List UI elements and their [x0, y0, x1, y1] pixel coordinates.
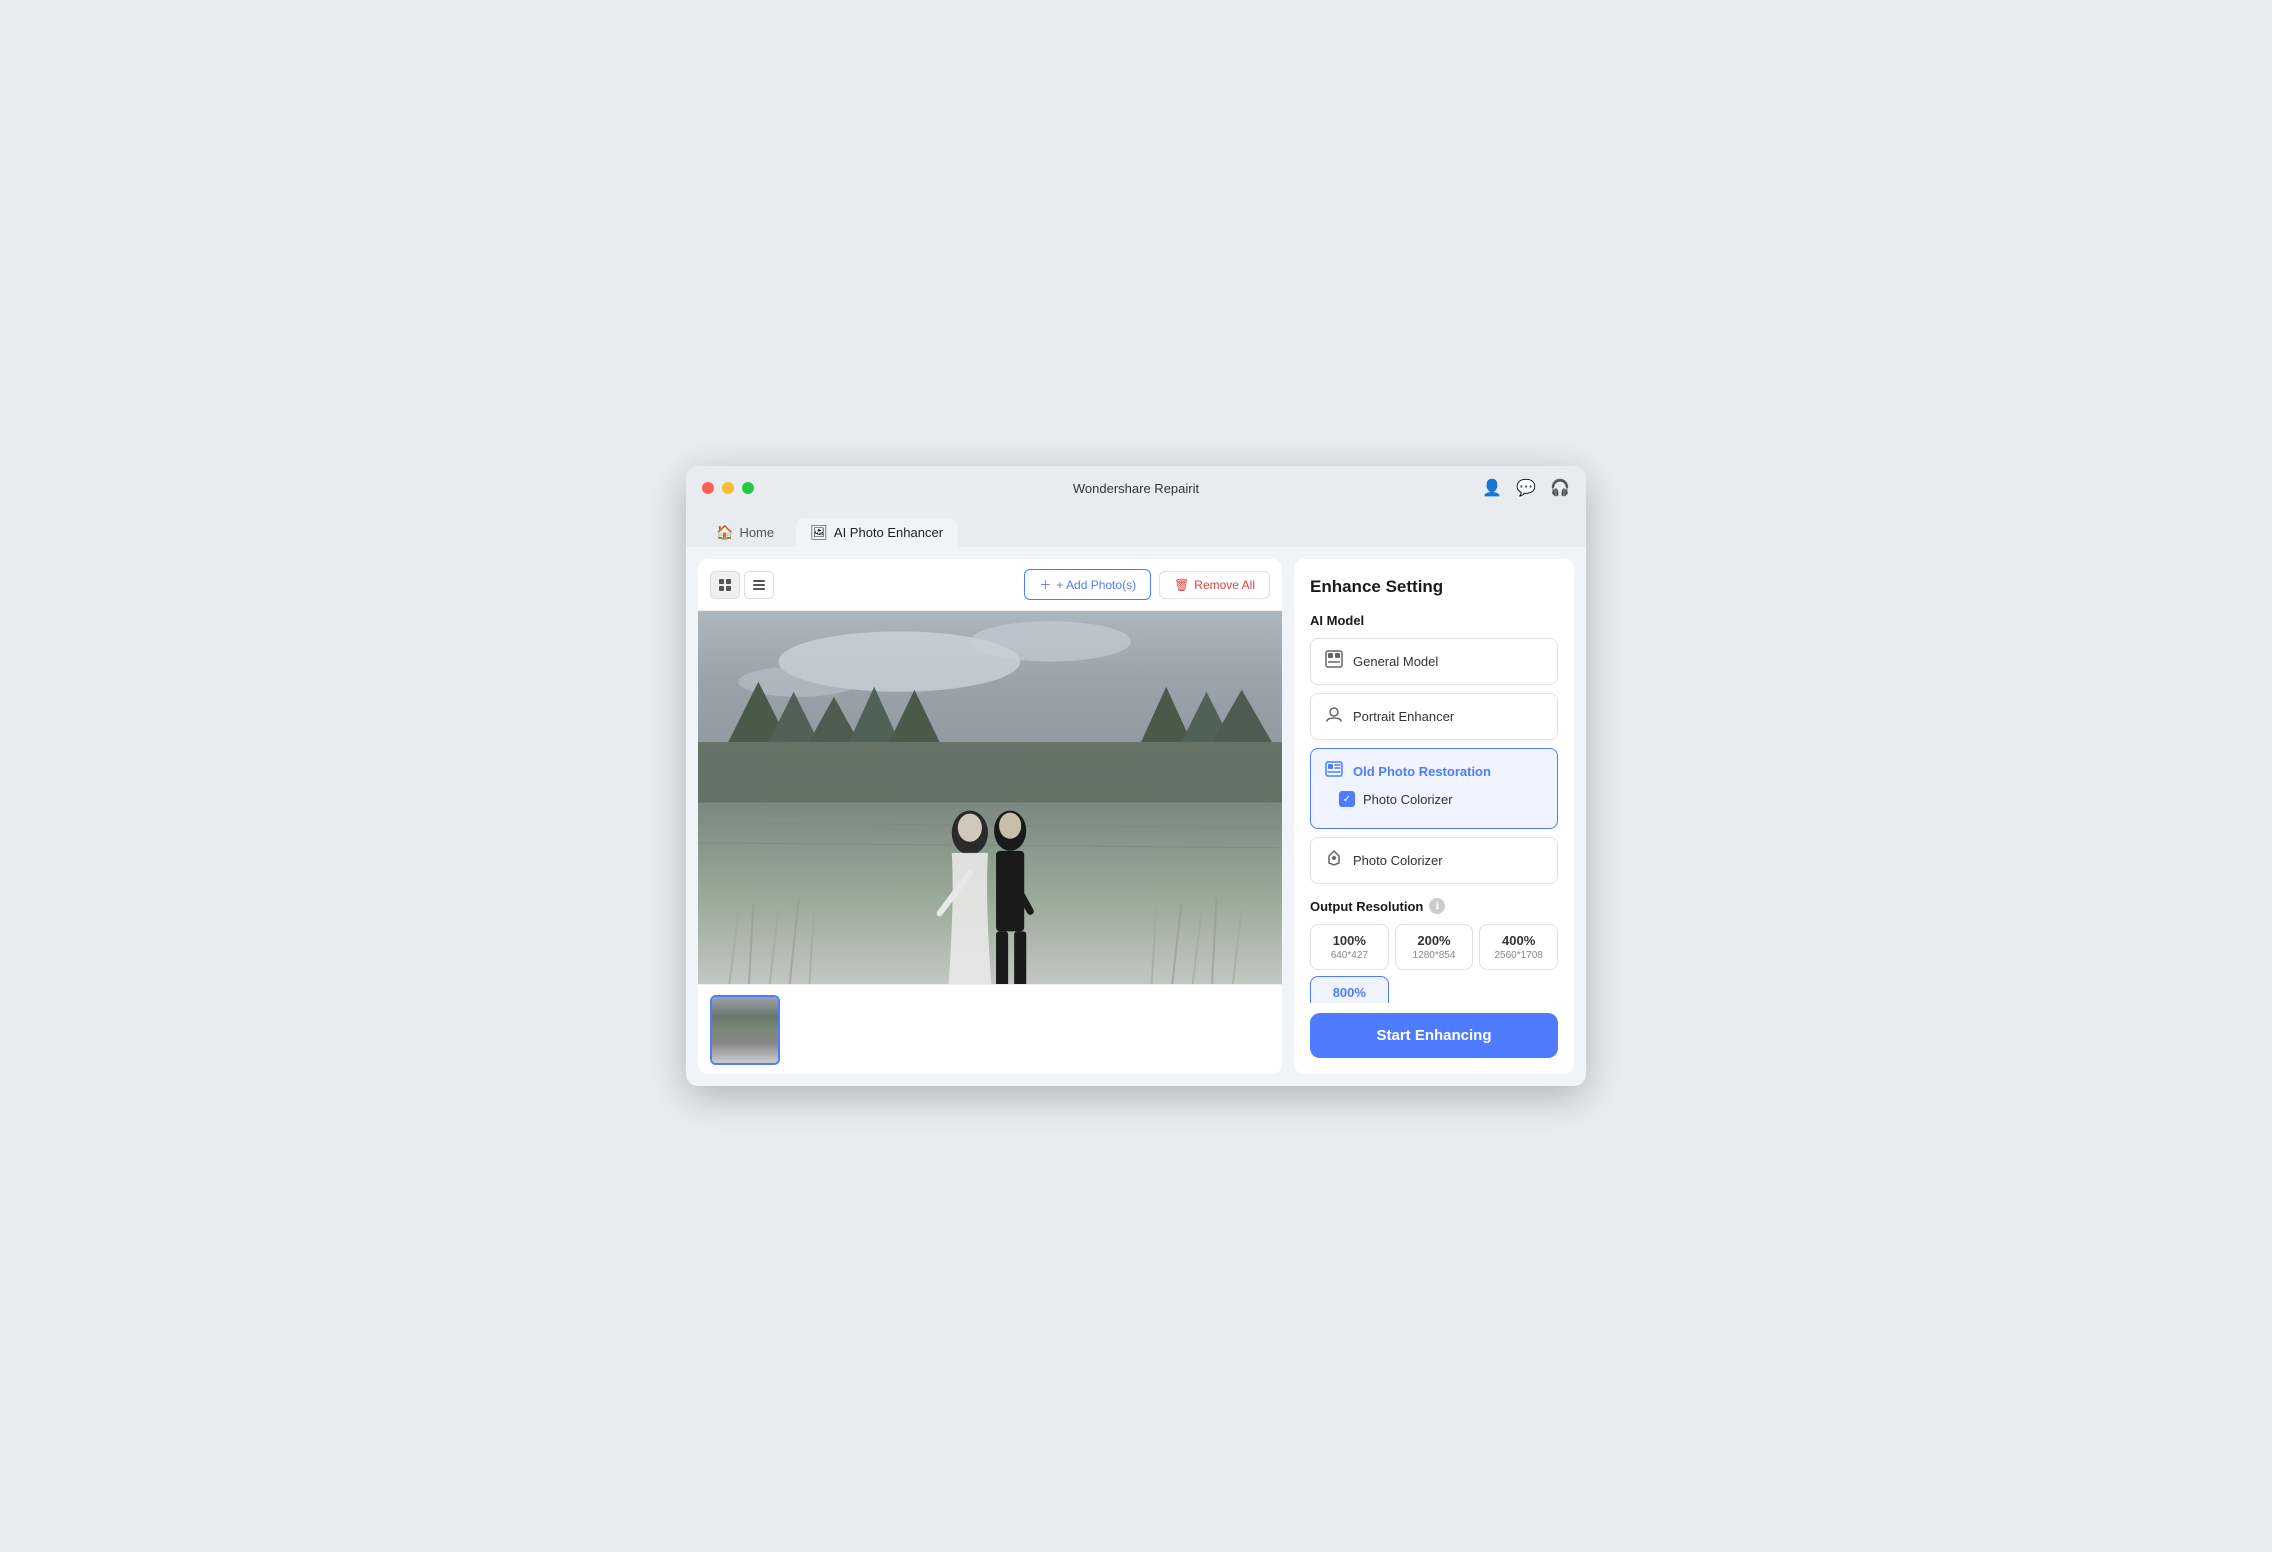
- general-model-icon: [1325, 650, 1343, 673]
- general-model-label: General Model: [1353, 654, 1438, 669]
- add-photos-label: + Add Photo(s): [1056, 578, 1136, 592]
- thumbnail-strip: [698, 984, 1282, 1074]
- resolution-800[interactable]: 800% 5120*3416: [1310, 976, 1389, 1003]
- window-title: Wondershare Repairit: [1073, 481, 1199, 496]
- thumbnail-item[interactable]: [710, 995, 780, 1065]
- enhancer-icon: 🖼: [810, 524, 828, 541]
- res-200-percent: 200%: [1400, 933, 1469, 948]
- photo-colorizer-sub-label: Photo Colorizer: [1363, 792, 1453, 807]
- thumbnail-image: [712, 997, 778, 1063]
- maximize-button[interactable]: [742, 482, 754, 494]
- view-toggle: [710, 571, 774, 599]
- general-model-option[interactable]: General Model: [1310, 638, 1558, 685]
- ai-model-label: AI Model: [1310, 613, 1558, 628]
- remove-all-trash-icon: 🗑: [1174, 578, 1189, 592]
- resolution-200[interactable]: 200% 1280*854: [1395, 924, 1474, 970]
- res-400-size: 2560*1708: [1484, 950, 1553, 961]
- photo-colorizer-checkbox[interactable]: ✓: [1339, 791, 1355, 807]
- remove-all-button[interactable]: 🗑 Remove All: [1159, 571, 1270, 599]
- right-panel-inner: Enhance Setting AI Model General Model: [1294, 559, 1574, 1003]
- res-100-size: 640*427: [1315, 950, 1384, 961]
- res-400-percent: 400%: [1484, 933, 1553, 948]
- headset-icon[interactable]: 🎧: [1550, 478, 1570, 498]
- old-photo-icon: [1325, 760, 1343, 783]
- ai-enhancer-tab[interactable]: 🖼 AI Photo Enhancer: [796, 518, 957, 547]
- home-tab[interactable]: 🏠 Home: [702, 518, 788, 547]
- left-panel-toolbar: ＋ + Add Photo(s) 🗑 Remove All: [698, 559, 1282, 611]
- enhance-setting-title: Enhance Setting: [1310, 577, 1558, 597]
- res-200-size: 1280*854: [1400, 950, 1469, 961]
- minimize-button[interactable]: [722, 482, 734, 494]
- title-bar: Wondershare Repairit 👤 💬 🎧: [686, 466, 1586, 510]
- portrait-enhancer-icon: [1325, 705, 1343, 728]
- ai-enhancer-tab-label: AI Photo Enhancer: [834, 525, 943, 540]
- old-photo-restoration-option[interactable]: Old Photo Restoration ✓ Photo Colorizer: [1310, 748, 1558, 829]
- photo-colorizer-icon: [1325, 849, 1343, 872]
- home-tab-label: Home: [739, 525, 774, 540]
- app-window: Wondershare Repairit 👤 💬 🎧 🏠 Home 🖼 AI P…: [686, 466, 1586, 1086]
- start-enhancing-button[interactable]: Start Enhancing: [1310, 1013, 1558, 1058]
- res-800-percent: 800%: [1315, 985, 1384, 1000]
- traffic-lights: [702, 482, 754, 494]
- output-resolution-header: Output Resolution ℹ: [1310, 898, 1558, 914]
- resolution-400[interactable]: 400% 2560*1708: [1479, 924, 1558, 970]
- photo-svg: [698, 611, 1282, 984]
- add-photos-plus-icon: ＋: [1039, 576, 1051, 593]
- home-icon: 🏠: [716, 524, 733, 541]
- resolution-grid: 100% 640*427 200% 1280*854 400% 2560*170…: [1310, 924, 1558, 970]
- portrait-enhancer-label: Portrait Enhancer: [1353, 709, 1454, 724]
- res-100-percent: 100%: [1315, 933, 1384, 948]
- image-preview-area: [698, 611, 1282, 1074]
- photo-colorizer-sub-option[interactable]: ✓ Photo Colorizer: [1325, 783, 1543, 817]
- right-panel: Enhance Setting AI Model General Model: [1294, 559, 1574, 1074]
- main-image: [698, 611, 1282, 984]
- grid-view-button[interactable]: [710, 571, 740, 599]
- remove-all-label: Remove All: [1194, 578, 1255, 592]
- user-icon[interactable]: 👤: [1482, 478, 1502, 498]
- close-button[interactable]: [702, 482, 714, 494]
- res-800-size: 5120*3416: [1315, 1002, 1384, 1003]
- add-photos-button[interactable]: ＋ + Add Photo(s): [1024, 569, 1151, 600]
- old-photo-label: Old Photo Restoration: [1353, 764, 1491, 779]
- resolution-100[interactable]: 100% 640*427: [1310, 924, 1389, 970]
- photo-colorizer-option[interactable]: Photo Colorizer: [1310, 837, 1558, 884]
- info-icon[interactable]: ℹ: [1429, 898, 1445, 914]
- chat-icon[interactable]: 💬: [1516, 478, 1536, 498]
- title-bar-actions: 👤 💬 🎧: [1482, 478, 1570, 498]
- main-content: ＋ + Add Photo(s) 🗑 Remove All: [686, 547, 1586, 1086]
- list-view-button[interactable]: [744, 571, 774, 599]
- output-resolution-label: Output Resolution: [1310, 899, 1423, 914]
- portrait-enhancer-option[interactable]: Portrait Enhancer: [1310, 693, 1558, 740]
- photo-colorizer-label: Photo Colorizer: [1353, 853, 1443, 868]
- top-nav: 🏠 Home 🖼 AI Photo Enhancer: [686, 510, 1586, 547]
- left-panel: ＋ + Add Photo(s) 🗑 Remove All: [698, 559, 1282, 1074]
